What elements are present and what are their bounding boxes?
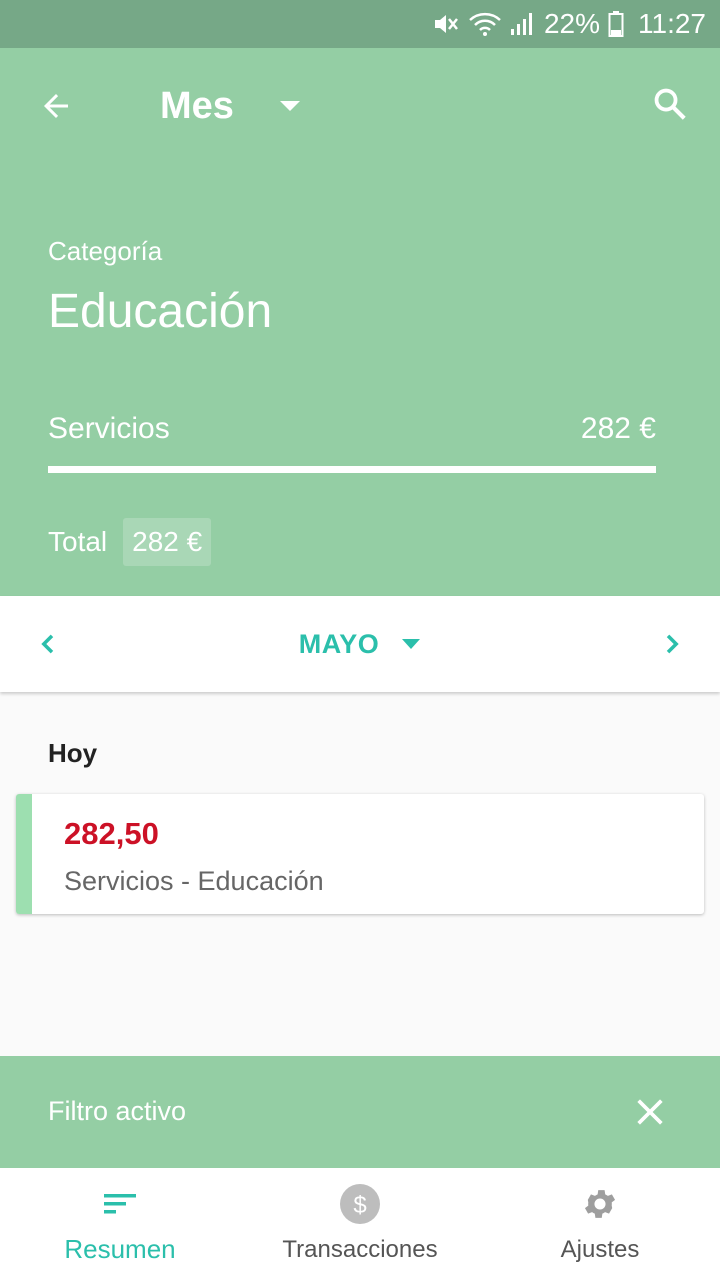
clock: 11:27 [638, 8, 706, 39]
sort-icon [104, 1194, 136, 1214]
chevron-left-icon [41, 634, 54, 654]
category-caption: Categoría [48, 236, 163, 266]
subcategory-amount: 282 € [580, 412, 656, 445]
tab-label: Transacciones [282, 1236, 438, 1263]
search-button[interactable] [648, 82, 692, 126]
wifi-icon [468, 11, 502, 37]
category-name: Educación [48, 285, 273, 338]
previous-month-button[interactable] [26, 622, 70, 666]
signal-icon [510, 11, 534, 37]
transaction-card[interactable]: 282,50 Servicios - Educación [16, 794, 704, 914]
back-button[interactable] [36, 86, 76, 126]
status-bar: 22% 11:27 [0, 0, 720, 48]
clear-filter-button[interactable] [628, 1090, 672, 1134]
tab-ajustes[interactable]: Ajustes [480, 1168, 720, 1280]
summary-header: Mes Categoría Educación Servicios 282 € … [0, 48, 720, 596]
caret-down-icon [402, 639, 421, 649]
subcategory-progress-bar [48, 466, 656, 473]
close-icon [637, 1099, 663, 1125]
dollar-coin-icon: $ [340, 1184, 380, 1224]
bottom-navigation: Resumen $ Transacciones Ajustes [0, 1168, 720, 1280]
search-icon [654, 88, 686, 120]
category-color-stripe [16, 794, 32, 914]
total-row: Total 282 € [48, 518, 212, 566]
month-dropdown[interactable]: MAYO [0, 596, 720, 692]
total-label: Total [48, 526, 108, 557]
gear-icon [584, 1190, 616, 1218]
month-navigator: MAYO [0, 596, 720, 692]
tab-label: Resumen [64, 1234, 176, 1264]
arrow-back-icon [44, 94, 68, 118]
transaction-amount: 282,50 [64, 816, 159, 851]
svg-text:$: $ [353, 1192, 366, 1219]
chevron-right-icon [666, 634, 679, 654]
subcategory-progress-fill [48, 466, 656, 473]
battery-icon [608, 10, 624, 38]
month-label: MAYO [298, 628, 380, 659]
active-filter-bar: Filtro activo [0, 1056, 720, 1168]
date-section-header: Hoy [48, 738, 98, 768]
tab-transacciones[interactable]: $ Transacciones [240, 1168, 480, 1280]
next-month-button[interactable] [650, 622, 694, 666]
tab-label: Ajustes [560, 1236, 640, 1263]
caret-down-icon [279, 101, 300, 111]
period-label: Mes [160, 84, 234, 127]
filter-label: Filtro activo [48, 1096, 187, 1126]
mute-icon [432, 11, 460, 37]
subcategory-row: Servicios 282 € [48, 412, 656, 446]
battery-percent: 22% [543, 8, 600, 39]
tab-resumen[interactable]: Resumen [0, 1168, 240, 1280]
transaction-description: Servicios - Educación [64, 866, 324, 896]
total-value: 282 € [123, 518, 212, 566]
subcategory-name: Servicios [48, 412, 170, 445]
period-dropdown[interactable]: Mes [160, 82, 302, 130]
